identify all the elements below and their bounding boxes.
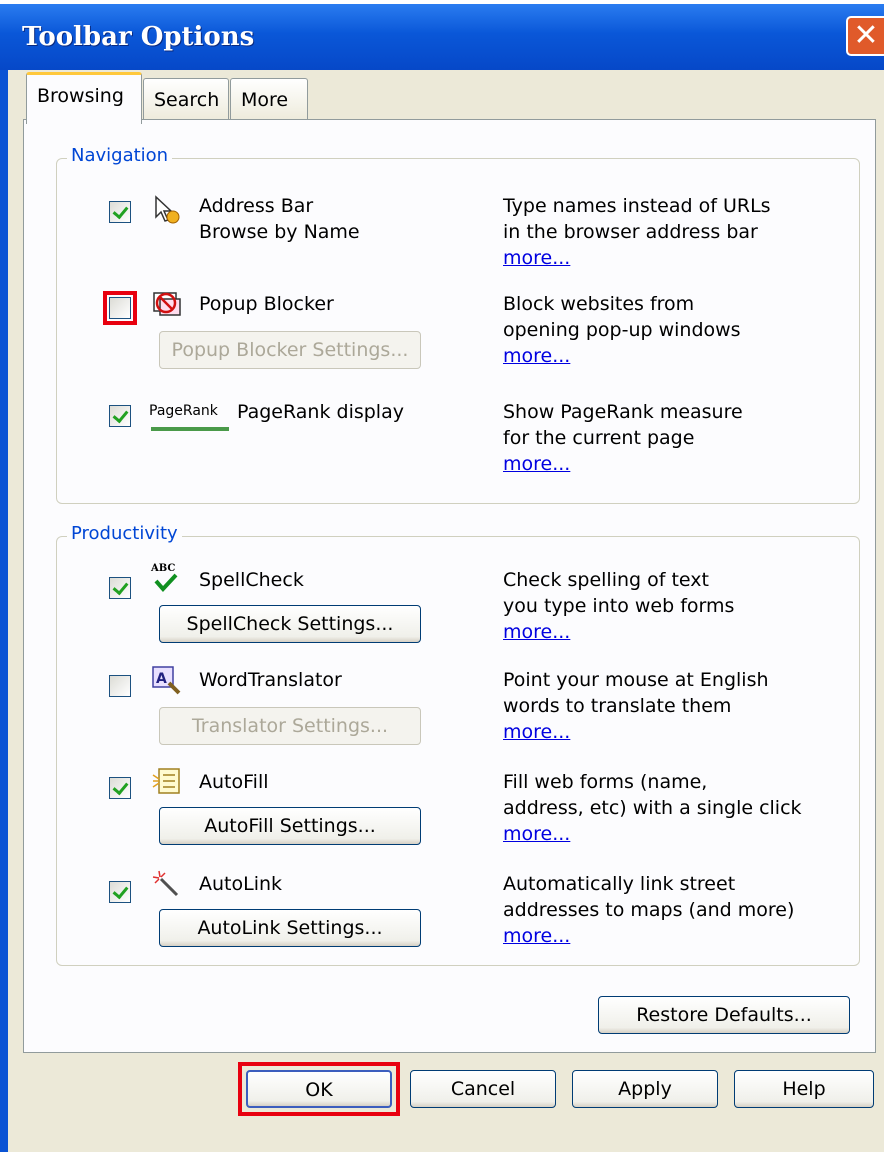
wordtranslator-more-link[interactable]: more...: [503, 721, 570, 743]
autofill-description: Fill web forms (name, address, etc) with…: [503, 769, 843, 821]
productivity-group: Productivity ABC SpellCheck SpellCheck S…: [56, 523, 860, 966]
address-bar-desc-line2: in the browser address bar: [503, 221, 758, 243]
address-bar-desc-line1: Type names instead of URLs: [503, 195, 771, 217]
popup-blocker-more-link[interactable]: more...: [503, 345, 570, 367]
address-bar-description: Type names instead of URLs in the browse…: [503, 193, 823, 245]
spellcheck-checkbox[interactable]: [109, 577, 131, 599]
dialog-client-area: Browsing Search More Navigation Address …: [8, 70, 884, 1152]
spellcheck-more-link[interactable]: more...: [503, 621, 570, 643]
pagerank-icon: PageRank: [149, 403, 218, 419]
address-bar-more-link[interactable]: more...: [503, 247, 570, 269]
tab-search[interactable]: Search: [143, 78, 229, 124]
autofill-desc-line2: address, etc) with a single click: [503, 797, 802, 819]
restore-defaults-button[interactable]: Restore Defaults...: [598, 996, 850, 1034]
spellcheck-label: SpellCheck: [199, 569, 304, 591]
checkbox-highlight: [103, 291, 137, 325]
pagerank-more-link[interactable]: more...: [503, 453, 570, 475]
svg-text:A: A: [156, 671, 167, 687]
pagerank-checkbox[interactable]: [109, 405, 131, 427]
autolink-icon: [152, 870, 179, 897]
popup-blocker-settings-button[interactable]: Popup Blocker Settings...: [159, 331, 421, 369]
address-bar-label-line2: Browse by Name: [199, 221, 360, 243]
wordtranslator-desc-line1: Point your mouse at English: [503, 669, 769, 691]
autolink-settings-button[interactable]: AutoLink Settings...: [159, 909, 421, 947]
window-title: Toolbar Options: [22, 22, 255, 52]
help-button[interactable]: Help: [734, 1070, 874, 1108]
wordtranslator-description: Point your mouse at English words to tra…: [503, 667, 823, 719]
spellcheck-icon: ABC: [151, 563, 181, 595]
tab-more-label: More: [241, 89, 289, 111]
autolink-checkbox[interactable]: [109, 881, 131, 903]
navigation-legend: Navigation: [67, 145, 173, 166]
tab-browsing[interactable]: Browsing: [26, 72, 142, 124]
title-bar[interactable]: Toolbar Options ✕: [0, 4, 884, 70]
autolink-description: Automatically link street addresses to m…: [503, 871, 843, 923]
autolink-more-link[interactable]: more...: [503, 925, 570, 947]
pagerank-description: Show PageRank measure for the current pa…: [503, 399, 823, 451]
productivity-legend: Productivity: [67, 523, 182, 544]
spellcheck-desc-line2: you type into web forms: [503, 595, 735, 617]
spellcheck-desc-line1: Check spelling of text: [503, 569, 709, 591]
ok-button-highlight: [238, 1062, 400, 1116]
autofill-icon: [152, 768, 180, 794]
autofill-desc-line1: Fill web forms (name,: [503, 771, 708, 793]
pagerank-desc-line1: Show PageRank measure: [503, 401, 743, 423]
apply-button[interactable]: Apply: [572, 1070, 718, 1108]
pagerank-bar: [151, 427, 229, 431]
browsing-tab-panel: Navigation Address Bar Browse by Name Ty…: [23, 119, 876, 1053]
checkmark-icon: [154, 573, 178, 592]
translator-settings-button[interactable]: Translator Settings...: [159, 707, 421, 745]
tab-browsing-label: Browsing: [37, 85, 124, 107]
spellcheck-settings-button[interactable]: SpellCheck Settings...: [159, 605, 421, 643]
popup-blocker-icon: [153, 292, 181, 316]
autofill-checkbox[interactable]: [109, 777, 131, 799]
cursor-icon: [155, 195, 180, 224]
pagerank-label: PageRank display: [237, 401, 404, 423]
navigation-group: Navigation Address Bar Browse by Name Ty…: [56, 145, 860, 504]
autofill-label: AutoFill: [199, 771, 269, 793]
autofill-settings-button[interactable]: AutoFill Settings...: [159, 807, 421, 845]
autolink-desc-line1: Automatically link street: [503, 873, 736, 895]
translator-icon: A: [152, 666, 181, 695]
popup-blocker-label: Popup Blocker: [199, 293, 334, 315]
address-bar-checkbox[interactable]: [109, 201, 131, 223]
spellcheck-description: Check spelling of text you type into web…: [503, 567, 823, 619]
wordtranslator-label: WordTranslator: [199, 669, 342, 691]
autofill-more-link[interactable]: more...: [503, 823, 570, 845]
wordtranslator-checkbox[interactable]: [109, 675, 131, 697]
address-bar-label-line1: Address Bar: [199, 195, 314, 217]
autolink-desc-line2: addresses to maps (and more): [503, 899, 795, 921]
cancel-button[interactable]: Cancel: [410, 1070, 556, 1108]
tab-search-label: Search: [154, 89, 220, 111]
wordtranslator-desc-line2: words to translate them: [503, 695, 732, 717]
toolbar-options-window: Toolbar Options ✕ Browsing Search More N…: [0, 4, 884, 1152]
close-button[interactable]: ✕: [846, 16, 884, 56]
pagerank-desc-line2: for the current page: [503, 427, 695, 449]
popup-blocker-desc-line1: Block websites from: [503, 293, 695, 315]
popup-blocker-desc-line2: opening pop-up windows: [503, 319, 741, 341]
address-bar-label: Address Bar Browse by Name: [199, 193, 360, 245]
tab-more[interactable]: More: [230, 78, 308, 124]
popup-blocker-description: Block websites from opening pop-up windo…: [503, 291, 823, 343]
autolink-label: AutoLink: [199, 873, 283, 895]
